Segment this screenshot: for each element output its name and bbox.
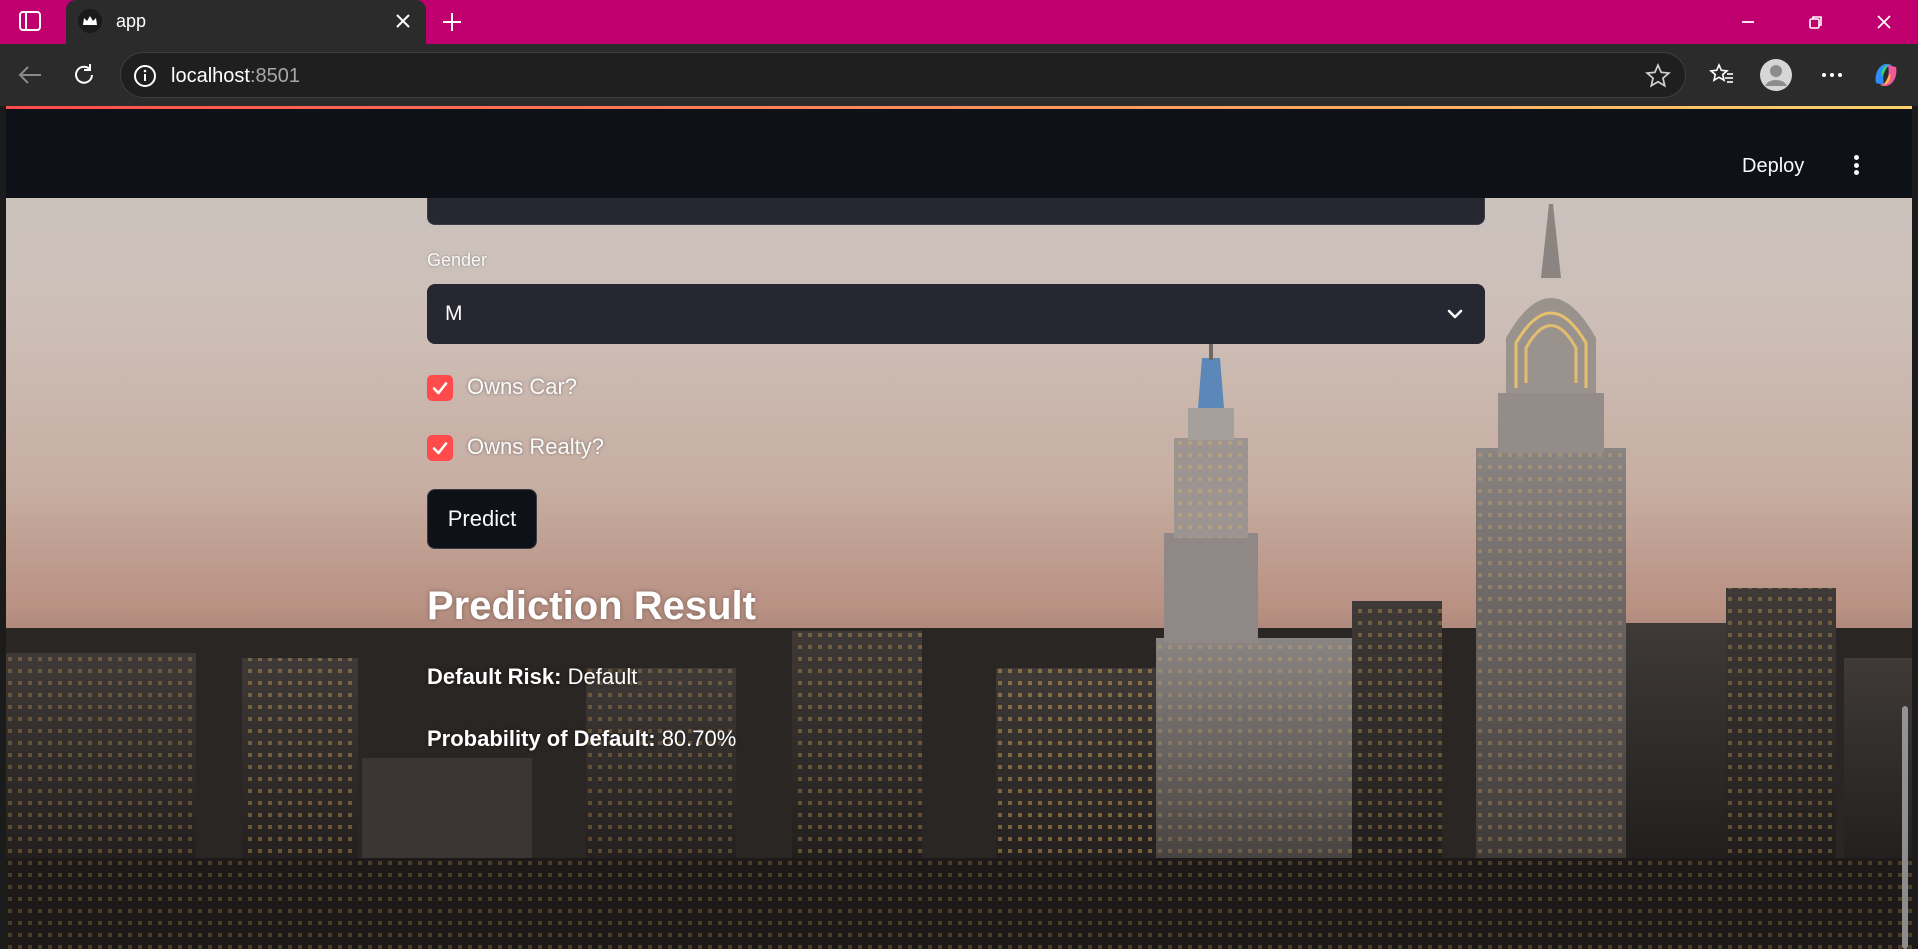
refresh-icon[interactable] [66,57,102,93]
tab-title: app [116,11,147,31]
prediction-result-heading: Prediction Result [427,584,756,628]
back-icon[interactable] [12,57,48,93]
owns-car-label[interactable]: Owns Car? [467,374,577,400]
main-menu-icon[interactable] [1848,153,1864,177]
page-viewport: Deploy Gender M Owns Car? Owns Realty? P… [6,106,1912,949]
browser-tab[interactable]: app [66,0,426,48]
more-options-icon[interactable] [1814,57,1850,93]
checkmark-icon [432,442,448,455]
address-bar[interactable]: localhost:8501 [120,52,1686,98]
gender-selected-value: M [445,302,463,325]
tab-strip: app [0,0,1918,48]
previous-input-field[interactable] [427,198,1485,225]
deploy-button[interactable]: Deploy [1742,155,1804,178]
site-info-icon[interactable] [133,64,157,88]
copilot-icon[interactable] [1868,57,1904,93]
gender-label: Gender [427,250,488,270]
owns-realty-checkbox[interactable] [427,435,453,461]
probability-label: Probability of Default: [427,726,656,751]
tab-actions-icon[interactable] [18,10,42,32]
profile-avatar-icon[interactable] [1758,57,1794,93]
predict-button[interactable]: Predict [427,489,537,549]
url-text: localhost:8501 [171,65,300,87]
streamlit-crown-icon [78,9,102,33]
owns-realty-label[interactable]: Owns Realty? [467,434,604,460]
page-scrollbar[interactable] [1902,706,1908,949]
new-tab-icon[interactable] [436,6,468,38]
probability-line: Probability of Default: 80.70% [427,726,736,752]
minimize-icon[interactable] [1718,0,1778,44]
favorite-star-icon[interactable] [1645,63,1671,89]
default-risk-value: Default [567,664,638,689]
close-window-icon[interactable] [1854,0,1914,44]
probability-value: 80.70% [661,726,737,751]
close-tab-icon[interactable] [390,8,416,34]
app-header: Deploy [6,109,1912,198]
default-risk-label: Default Risk: [427,664,562,689]
default-risk-line: Default Risk: Default [427,664,637,690]
owns-car-checkbox[interactable] [427,375,453,401]
favorites-icon[interactable] [1704,57,1740,93]
restore-icon[interactable] [1786,0,1846,44]
gender-select[interactable]: M [427,284,1485,344]
browser-toolbar: localhost:8501 [0,44,1918,106]
chevron-down-icon [1447,309,1463,319]
checkmark-icon [432,382,448,395]
